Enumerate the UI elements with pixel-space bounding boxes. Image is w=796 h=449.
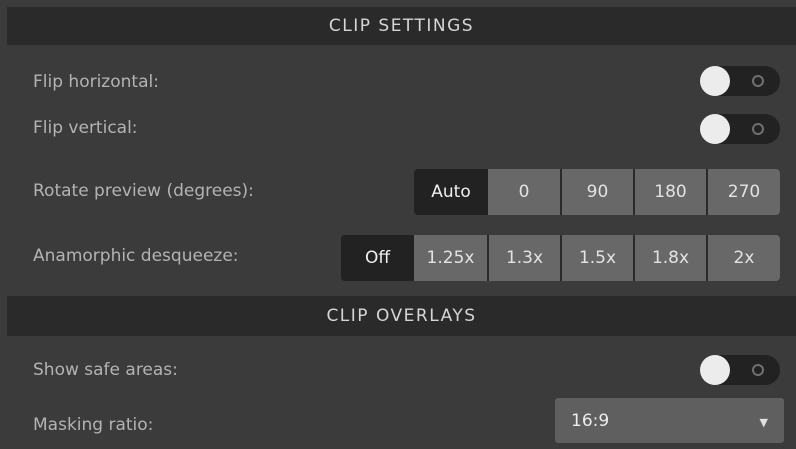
off-ring-icon — [752, 75, 764, 87]
desqueeze-option-1-5x[interactable]: 1.5x — [560, 235, 633, 281]
flip-vertical-label: Flip vertical: — [33, 118, 138, 138]
rotate-option-270[interactable]: 270 — [706, 169, 780, 215]
toggle-knob — [700, 355, 730, 385]
desqueeze-option-off[interactable]: Off — [341, 235, 414, 281]
rotate-preview-segmented-control: Auto 0 90 180 270 — [414, 169, 780, 215]
show-safe-areas-toggle[interactable] — [700, 355, 780, 385]
flip-horizontal-label: Flip horizontal: — [33, 72, 159, 92]
off-ring-icon — [752, 123, 764, 135]
desqueeze-option-1-8x[interactable]: 1.8x — [633, 235, 706, 281]
rotate-option-180[interactable]: 180 — [633, 169, 706, 215]
desqueeze-option-2x[interactable]: 2x — [706, 235, 780, 281]
flip-horizontal-toggle[interactable] — [700, 66, 780, 96]
toggle-knob — [700, 114, 730, 144]
rotate-preview-label: Rotate preview (degrees): — [33, 181, 254, 201]
masking-ratio-label: Masking ratio: — [33, 415, 154, 435]
rotate-option-90[interactable]: 90 — [560, 169, 633, 215]
anamorphic-desqueeze-label: Anamorphic desqueeze: — [33, 246, 239, 266]
show-safe-areas-label: Show safe areas: — [33, 360, 178, 380]
desqueeze-option-1-25x[interactable]: 1.25x — [414, 235, 487, 281]
chevron-down-icon: ▼ — [759, 416, 768, 429]
rotate-option-auto[interactable]: Auto — [414, 169, 488, 215]
clip-overlays-header: CLIP OVERLAYS — [7, 296, 796, 336]
desqueeze-option-1-3x[interactable]: 1.3x — [487, 235, 560, 281]
masking-ratio-value: 16:9 — [571, 410, 610, 431]
anamorphic-desqueeze-segmented-control: Off 1.25x 1.3x 1.5x 1.8x 2x — [341, 235, 780, 281]
clip-settings-header: CLIP SETTINGS — [7, 7, 796, 45]
clip-settings-panel: CLIP SETTINGS Flip horizontal: Flip vert… — [0, 0, 796, 449]
rotate-option-0[interactable]: 0 — [488, 169, 560, 215]
masking-ratio-dropdown[interactable]: 16:9 ▼ — [555, 398, 784, 443]
toggle-knob — [700, 66, 730, 96]
flip-vertical-toggle[interactable] — [700, 114, 780, 144]
off-ring-icon — [752, 364, 764, 376]
